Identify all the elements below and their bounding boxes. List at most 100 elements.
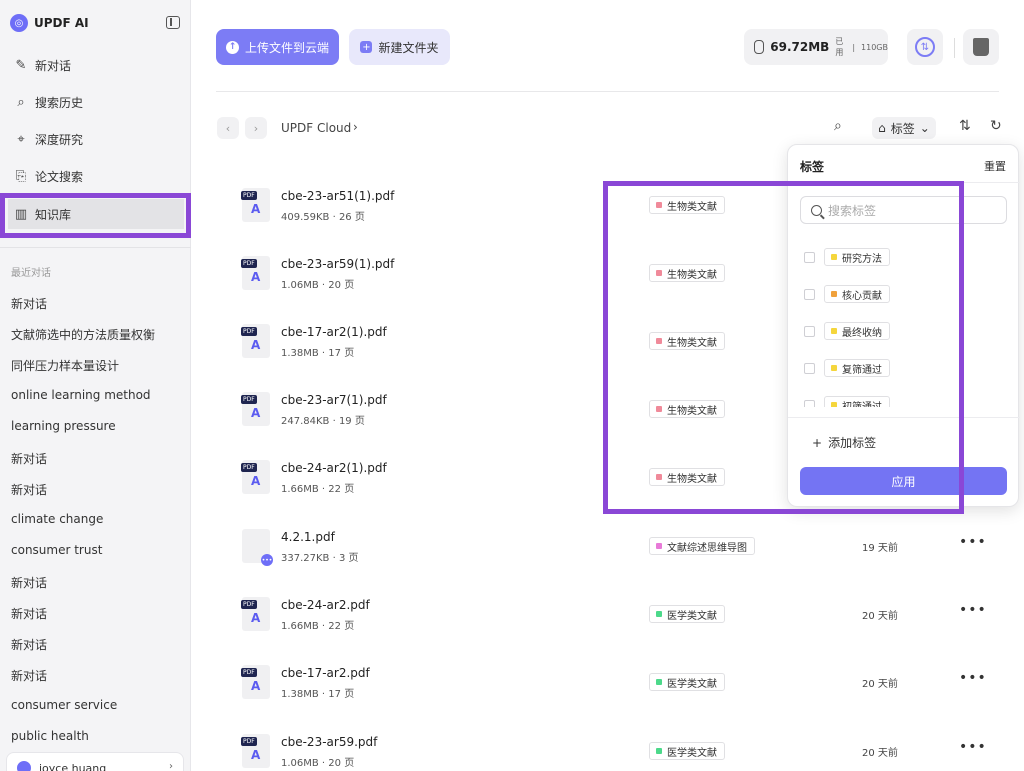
pdf-file-icon: PDF A bbox=[241, 256, 270, 290]
chat-icon: ••• bbox=[261, 554, 273, 566]
tag-color-swatch bbox=[656, 611, 662, 617]
tag-option[interactable]: 初筛通过 bbox=[804, 395, 890, 407]
upload-label: 上传文件到云端 bbox=[244, 40, 329, 55]
tag-option[interactable]: 核心贡献 bbox=[804, 284, 890, 304]
reset-button[interactable]: 重置 bbox=[984, 158, 1006, 174]
sidebar-divider bbox=[0, 247, 191, 248]
tag-option[interactable]: 研究方法 bbox=[804, 247, 890, 267]
nav-label: 搜索历史 bbox=[35, 95, 84, 110]
search-placeholder: 搜索标签 bbox=[828, 203, 877, 218]
sort-icon[interactable]: ⇅ bbox=[959, 118, 971, 134]
recent-chat-item[interactable]: consumer service bbox=[11, 698, 117, 712]
trash-button[interactable] bbox=[963, 29, 999, 65]
apply-button[interactable]: 应用 bbox=[800, 467, 1007, 495]
file-meta: 247.84KB · 19 页 bbox=[281, 416, 365, 427]
nav-search-history[interactable]: ⌕ 搜索历史 bbox=[8, 87, 184, 117]
recent-chat-item[interactable]: consumer trust bbox=[11, 543, 102, 557]
checkbox[interactable] bbox=[804, 288, 815, 300]
tag-filter-dropdown[interactable]: ⌂ 标签 ⌄ bbox=[872, 117, 936, 139]
library-icon: ▥ bbox=[14, 206, 28, 222]
pdf-file-icon: PDF A bbox=[241, 188, 270, 222]
search-icon: ⌕ bbox=[17, 94, 25, 110]
more-options-icon[interactable]: ••• bbox=[959, 534, 987, 550]
chevron-right-icon: › bbox=[169, 761, 173, 771]
recent-chat-item[interactable]: learning pressure bbox=[11, 419, 116, 433]
recent-chat-item[interactable]: 新对话 bbox=[11, 574, 47, 591]
recent-chat-item[interactable]: climate change bbox=[11, 512, 103, 526]
plus-icon: + bbox=[360, 41, 373, 53]
new-folder-button[interactable]: + 新建文件夹 bbox=[349, 29, 450, 65]
nav-deep-research[interactable]: ⌖ 深度研究 bbox=[8, 124, 184, 154]
file-row[interactable]: PDF A cbe-23-ar59.pdf 1.06MB · 20 页 医学类文献… bbox=[191, 727, 1024, 771]
tag-option[interactable]: 最终收纳 bbox=[804, 321, 890, 341]
toolbar-divider-line bbox=[216, 91, 999, 92]
toolbar-divider bbox=[954, 38, 955, 58]
recent-chat-item[interactable]: 新对话 bbox=[11, 450, 47, 467]
tag-color-swatch bbox=[831, 291, 837, 297]
file-tag[interactable]: 文献综述思维导图 bbox=[649, 537, 755, 555]
sync-icon: ⇅ bbox=[915, 37, 935, 57]
checkbox[interactable] bbox=[804, 362, 815, 374]
file-name: cbe-17-ar2(1).pdf bbox=[281, 325, 387, 339]
tag-color-swatch bbox=[656, 202, 662, 208]
nav-paper-search[interactable]: ⎘ 论文搜索 bbox=[8, 161, 184, 191]
checkbox[interactable] bbox=[804, 325, 815, 337]
file-date: 19 天前 bbox=[862, 543, 898, 554]
file-row[interactable]: ••• 4.2.1.pdf 337.27KB · 3 页 文献综述思维导图 19… bbox=[191, 522, 1024, 572]
recent-chat-item[interactable]: 新对话 bbox=[11, 481, 47, 498]
nav-label: 新对话 bbox=[35, 58, 72, 73]
recent-chat-item[interactable]: 新对话 bbox=[11, 667, 47, 684]
tag-options-list: 研究方法 核心贡献 最终收纳 复筛通过 初筛通过 bbox=[788, 237, 1020, 407]
tag-color-swatch bbox=[656, 338, 662, 344]
user-menu[interactable]: joyce huang › bbox=[6, 752, 184, 771]
breadcrumb-root[interactable]: UPDF Cloud bbox=[281, 121, 351, 135]
brand[interactable]: ◎ UPDF AI bbox=[10, 12, 89, 34]
recent-chat-item[interactable]: 文献筛选中的方法质量权衡 bbox=[11, 326, 155, 343]
add-tag-button[interactable]: + 添加标签 bbox=[812, 434, 876, 451]
file-tag[interactable]: 医学类文献 bbox=[649, 673, 725, 691]
nav-label: 知识库 bbox=[35, 207, 72, 222]
nav-knowledge-base[interactable]: ▥ 知识库 bbox=[8, 199, 184, 229]
storage-indicator[interactable]: 69.72MB 已用 | 110GB bbox=[744, 29, 888, 65]
file-row[interactable]: PDF A cbe-24-ar2.pdf 1.66MB · 22 页 医学类文献 … bbox=[191, 590, 1024, 640]
user-name: joyce huang bbox=[39, 762, 107, 771]
file-tag[interactable]: 生物类文献 bbox=[649, 332, 725, 350]
file-tag[interactable]: 医学类文献 bbox=[649, 605, 725, 623]
tag-color-swatch bbox=[831, 402, 837, 407]
recent-chat-item[interactable]: 新对话 bbox=[11, 295, 47, 312]
recent-chat-item[interactable]: 同伴压力样本量设计 bbox=[11, 357, 119, 374]
tag-search-input[interactable]: 搜索标签 bbox=[800, 196, 1007, 224]
avatar bbox=[17, 761, 31, 771]
more-options-icon[interactable]: ••• bbox=[959, 670, 987, 686]
file-row[interactable]: PDF A cbe-17-ar2.pdf 1.38MB · 17 页 医学类文献 … bbox=[191, 658, 1024, 708]
more-options-icon[interactable]: ••• bbox=[959, 739, 987, 755]
more-options-icon[interactable]: ••• bbox=[959, 602, 987, 618]
file-tag[interactable]: 生物类文献 bbox=[649, 468, 725, 486]
file-tag[interactable]: 生物类文献 bbox=[649, 196, 725, 214]
checkbox[interactable] bbox=[804, 399, 815, 407]
forward-button[interactable]: › bbox=[245, 117, 267, 139]
checkbox[interactable] bbox=[804, 251, 815, 263]
file-tag[interactable]: 医学类文献 bbox=[649, 742, 725, 760]
recent-chat-item[interactable]: 新对话 bbox=[11, 636, 47, 653]
file-name: cbe-23-ar51(1).pdf bbox=[281, 189, 395, 203]
tag-color-swatch bbox=[831, 254, 837, 260]
recent-title: 最近对话 bbox=[11, 268, 51, 279]
sync-button[interactable]: ⇅ bbox=[907, 29, 943, 65]
collapse-sidebar-icon[interactable] bbox=[166, 16, 180, 29]
brand-name: UPDF AI bbox=[34, 16, 89, 30]
recent-chat-item[interactable]: 新对话 bbox=[11, 605, 47, 622]
back-button[interactable]: ‹ bbox=[217, 117, 239, 139]
recent-chat-item[interactable]: public health bbox=[11, 729, 89, 743]
file-meta: 1.06MB · 20 页 bbox=[281, 758, 355, 769]
tag-option[interactable]: 复筛通过 bbox=[804, 358, 890, 378]
recent-chat-item[interactable]: online learning method bbox=[11, 388, 151, 402]
file-date: 20 天前 bbox=[862, 611, 898, 622]
tag-color-swatch bbox=[656, 406, 662, 412]
search-files-icon[interactable]: ⌕ bbox=[834, 118, 842, 134]
nav-new-chat[interactable]: ✎ 新对话 bbox=[8, 50, 184, 80]
upload-to-cloud-button[interactable]: ↑ 上传文件到云端 bbox=[216, 29, 339, 65]
file-tag[interactable]: 生物类文献 bbox=[649, 264, 725, 282]
file-tag[interactable]: 生物类文献 bbox=[649, 400, 725, 418]
refresh-icon[interactable]: ↻ bbox=[990, 118, 1002, 134]
